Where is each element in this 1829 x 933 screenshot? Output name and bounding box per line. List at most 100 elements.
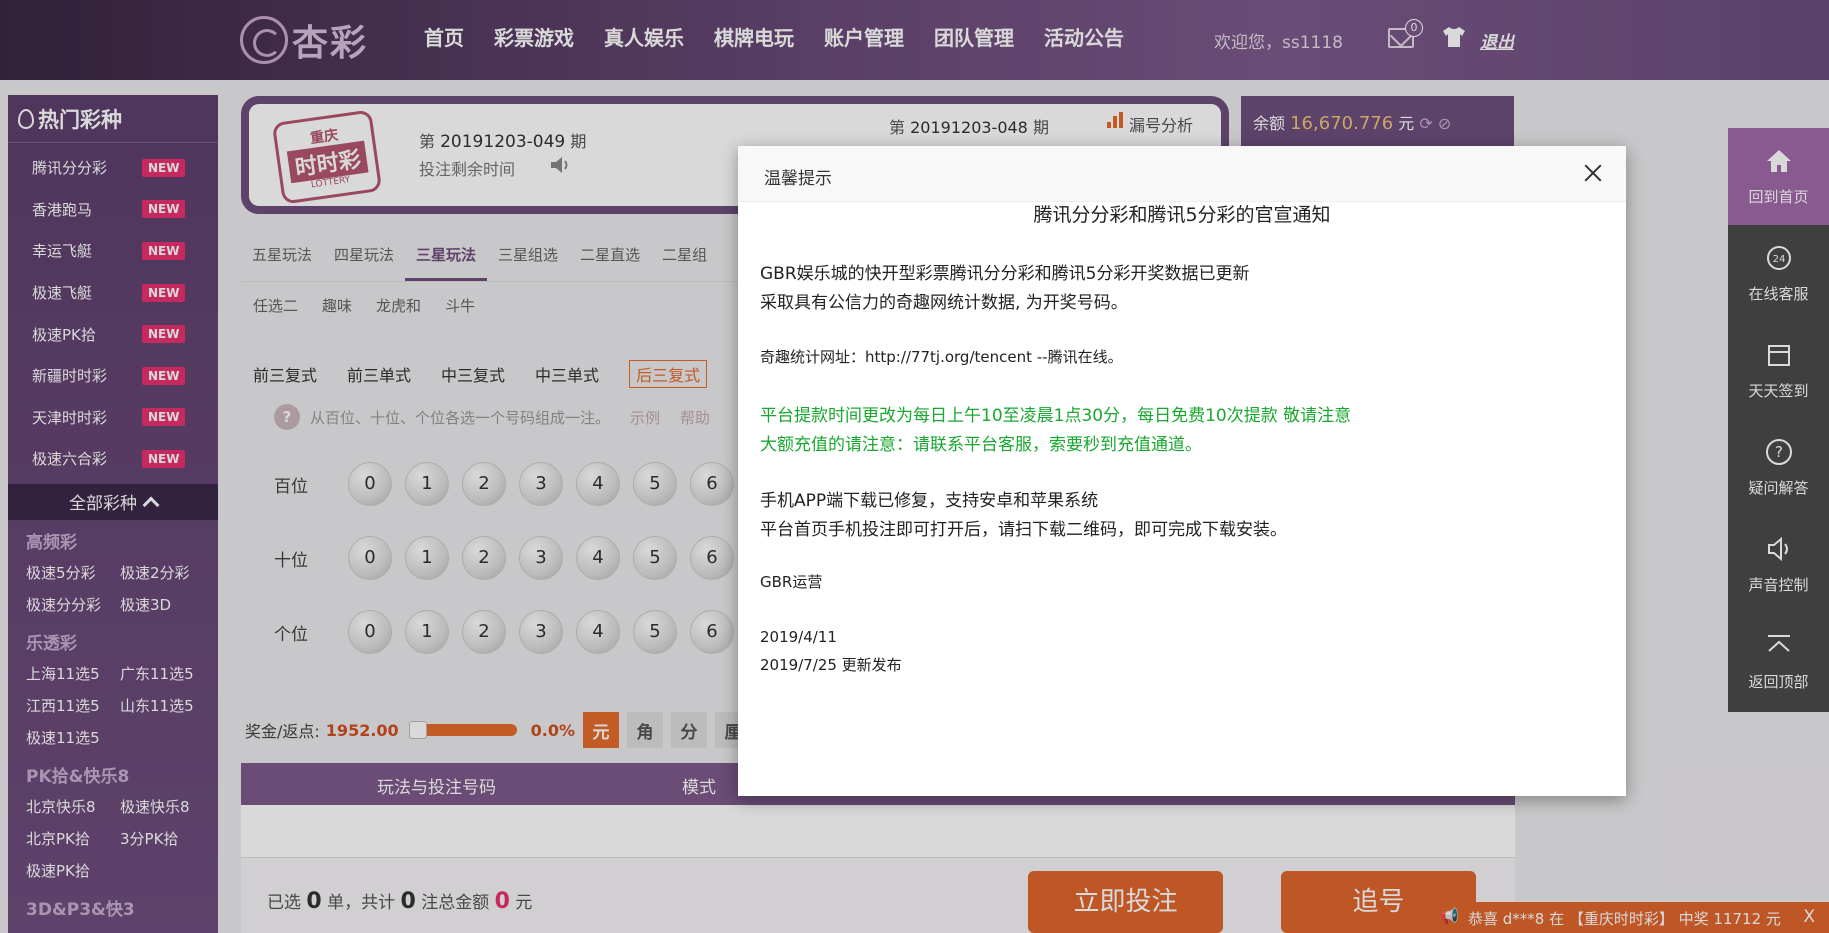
balance-box: 余额 16,670.776 元 ⟳ ⊘ (1241, 96, 1514, 146)
digit-ball[interactable]: 2 (462, 462, 506, 506)
hot-lottery-item[interactable]: 极速PK拾 NEW (8, 313, 218, 355)
digit-ball[interactable]: 5 (633, 536, 677, 580)
group-lottery-link[interactable]: 极速5分彩 (26, 557, 120, 589)
all-lottery-toggle[interactable]: 全部彩种 (8, 483, 218, 520)
digit-ball[interactable]: 0 (348, 462, 392, 506)
nav-account[interactable]: 账户管理 (824, 22, 904, 51)
digit-ball[interactable]: 6 (690, 462, 734, 506)
example-link[interactable]: 示例 (630, 407, 660, 428)
subplay-option[interactable]: 中三单式 (535, 362, 599, 388)
subplay-option[interactable]: 前三单式 (347, 362, 411, 388)
close-icon[interactable] (1582, 162, 1604, 184)
tab-any-two[interactable]: 任选二 (253, 295, 298, 316)
unit-jiao-button[interactable]: 角 (627, 712, 664, 748)
digit-ball[interactable]: 4 (576, 610, 620, 654)
leak-analysis-link[interactable]: 漏号分析 (1107, 112, 1193, 136)
group-lottery-link[interactable]: 极速11选5 (26, 722, 120, 754)
digit-row-units: 个位 0 1 2 3 4 5 6 (274, 610, 747, 654)
logo-icon (240, 16, 288, 64)
digit-ball[interactable]: 6 (690, 610, 734, 654)
daily-checkin-button[interactable]: 天天签到 (1728, 322, 1829, 419)
group-lottery-link[interactable]: 江西11选5 (26, 690, 120, 722)
digit-ball[interactable]: 1 (405, 462, 449, 506)
digit-ball[interactable]: 0 (348, 536, 392, 580)
digit-ball[interactable]: 3 (519, 536, 563, 580)
shirt-icon[interactable] (1442, 26, 1466, 48)
group-lottery-link[interactable]: 北京PK拾 (26, 823, 120, 855)
group-lottery-link[interactable]: 极速分分彩 (26, 589, 120, 621)
group-lottery-link[interactable]: 极速3D (120, 589, 214, 621)
digit-ball[interactable]: 1 (405, 610, 449, 654)
nav-home[interactable]: 首页 (424, 22, 464, 51)
digit-ball[interactable]: 4 (576, 536, 620, 580)
digit-ball[interactable]: 4 (576, 462, 620, 506)
hot-lottery-item[interactable]: 新疆时时彩 NEW (8, 355, 218, 397)
tab-two-star-group[interactable]: 二星组 (651, 230, 718, 281)
speaker-icon[interactable] (549, 154, 571, 176)
digit-ball[interactable]: 5 (633, 462, 677, 506)
nav-lottery-games[interactable]: 彩票游戏 (494, 22, 574, 51)
rebate-slider[interactable] (408, 721, 517, 739)
tab-three-star-group[interactable]: 三星组选 (487, 230, 569, 281)
bet-now-button[interactable]: 立即投注 (1028, 871, 1223, 933)
nav-live-casino[interactable]: 真人娱乐 (604, 22, 684, 51)
subplay-option[interactable]: 前三复式 (253, 362, 317, 388)
help-link[interactable]: 帮助 (680, 407, 710, 428)
digit-ball[interactable]: 2 (462, 610, 506, 654)
faq-button[interactable]: ? 疑问解答 (1728, 419, 1829, 516)
refresh-icon[interactable]: ⟳ (1419, 114, 1432, 133)
back-to-top-label: 返回顶部 (1748, 673, 1809, 691)
digit-ball[interactable]: 3 (519, 462, 563, 506)
total-amount: 0 (494, 889, 510, 914)
arrow-up-icon (1767, 635, 1790, 652)
site-logo[interactable]: 杏彩 (240, 10, 390, 70)
tab-dragon-tiger[interactable]: 龙虎和 (376, 295, 421, 316)
tab-two-star-direct[interactable]: 二星直选 (569, 230, 651, 281)
logout-link[interactable]: 退出 (1480, 28, 1514, 53)
group-lottery-link[interactable]: 北京快乐8 (26, 791, 120, 823)
digit-ball[interactable]: 0 (348, 610, 392, 654)
online-service-button[interactable]: 24 在线客服 (1728, 225, 1829, 322)
hot-lottery-item[interactable]: 天津时时彩 NEW (8, 397, 218, 439)
group-lottery-link[interactable]: 极速2分彩 (120, 557, 214, 589)
hot-lottery-item[interactable]: 香港跑马 NEW (8, 189, 218, 231)
back-to-top-button[interactable]: 返回顶部 (1728, 613, 1829, 710)
digit-ball[interactable]: 1 (405, 536, 449, 580)
prev-period-number: 20191203-048 (910, 118, 1028, 137)
back-home-button[interactable]: 回到首页 (1728, 128, 1829, 225)
sound-control-button[interactable]: 声音控制 (1728, 516, 1829, 613)
group-lottery-link[interactable]: 山东11选5 (120, 690, 214, 722)
hot-lottery-item[interactable]: 极速飞艇 NEW (8, 272, 218, 314)
digit-ball[interactable]: 5 (633, 610, 677, 654)
nav-team[interactable]: 团队管理 (934, 22, 1014, 51)
tab-niuniu[interactable]: 斗牛 (445, 295, 475, 316)
group-lottery-link[interactable]: 3分PK拾 (120, 823, 214, 855)
group-lottery-link[interactable]: 极速快乐8 (120, 791, 214, 823)
back-home-label: 回到首页 (1748, 188, 1809, 206)
group-lottery-link[interactable]: 上海11选5 (26, 658, 120, 690)
nav-card-games[interactable]: 棋牌电玩 (714, 22, 794, 51)
digit-ball[interactable]: 2 (462, 536, 506, 580)
tab-five-star[interactable]: 五星玩法 (241, 230, 323, 281)
tab-four-star[interactable]: 四星玩法 (323, 230, 405, 281)
unit-yuan-button[interactable]: 元 (583, 712, 620, 748)
tab-three-star[interactable]: 三星玩法 (405, 230, 488, 281)
group-lottery-link[interactable]: 广东11选5 (120, 658, 214, 690)
position-label: 十位 (274, 550, 308, 571)
unit-fen-button[interactable]: 分 (671, 712, 708, 748)
hot-lottery-item[interactable]: 极速六合彩 NEW (8, 438, 218, 480)
digit-ball[interactable]: 6 (690, 536, 734, 580)
subplay-option[interactable]: 中三复式 (441, 362, 505, 388)
new-badge: NEW (142, 366, 186, 385)
tab-fun[interactable]: 趣味 (322, 295, 352, 316)
hot-lottery-item[interactable]: 腾讯分分彩 NEW (8, 147, 218, 189)
group-lottery-link[interactable]: 极速PK拾 (26, 855, 120, 887)
subplay-option-selected[interactable]: 后三复式 (629, 360, 708, 388)
eye-hide-icon[interactable]: ⊘ (1438, 114, 1451, 133)
hot-lottery-item[interactable]: 幸运飞艇 NEW (8, 230, 218, 272)
digit-ball[interactable]: 3 (519, 610, 563, 654)
faq-label: 疑问解答 (1748, 479, 1809, 497)
nav-announcements[interactable]: 活动公告 (1044, 22, 1124, 51)
previous-period: 第 20191203-048 期 (889, 114, 1049, 138)
ticker-close-button[interactable]: X (1803, 907, 1815, 927)
